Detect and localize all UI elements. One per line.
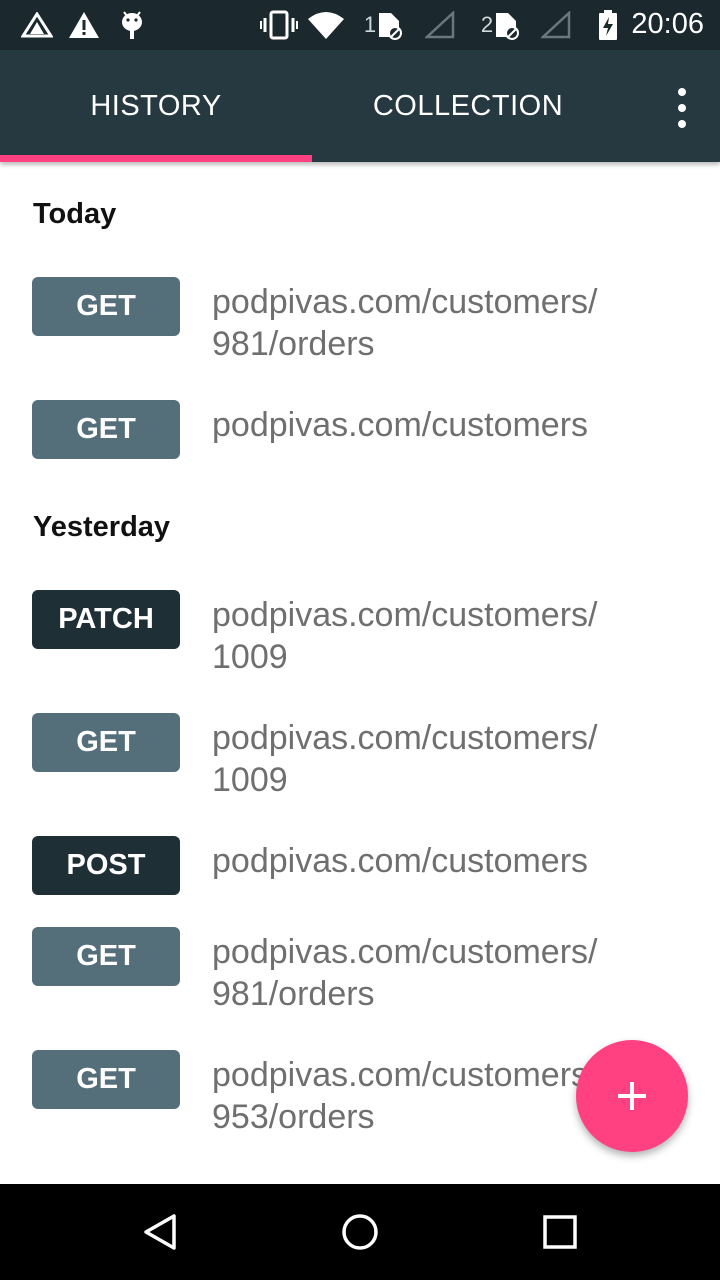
method-badge: GET — [32, 713, 180, 772]
method-badge: PATCH — [32, 590, 180, 649]
section-header-today: Today — [33, 198, 117, 230]
status-bar: 1 2 20:06 — [0, 0, 720, 50]
status-time: 20:06 — [631, 8, 704, 40]
app-bar: HISTORY COLLECTION — [0, 50, 720, 162]
method-badge: POST — [32, 836, 180, 895]
method-badge: GET — [32, 277, 180, 336]
signal1-icon — [424, 9, 456, 41]
request-url: podpivas.com/customers/ 981/orders — [212, 283, 598, 363]
request-url: podpivas.com/customers/ 1009 — [212, 596, 598, 676]
back-icon[interactable] — [136, 1208, 184, 1256]
more-options-icon[interactable] — [672, 88, 692, 128]
section-header-yesterday: Yesterday — [33, 511, 171, 543]
add-request-button[interactable] — [576, 1040, 688, 1152]
request-url: podpivas.com/customers — [212, 842, 589, 880]
wifi-icon — [308, 9, 344, 41]
warning-icon — [68, 9, 100, 41]
tab-collection[interactable]: COLLECTION — [312, 50, 624, 162]
request-url: podpivas.com/customers/ 1009 — [212, 719, 598, 799]
method-badge: GET — [32, 1050, 180, 1109]
request-url: podpivas.com/customers — [212, 406, 589, 444]
sim2-icon: 2 — [478, 9, 524, 41]
plus-icon — [618, 1082, 646, 1110]
sim1-icon: 1 — [362, 9, 406, 41]
tab-indicator — [0, 155, 312, 162]
app-notification-icon — [20, 9, 54, 41]
navigation-bar — [0, 1184, 720, 1280]
request-url: podpivas.com/customers/ 981/orders — [212, 933, 598, 1013]
method-badge: GET — [32, 927, 180, 986]
recents-icon[interactable] — [536, 1208, 584, 1256]
history-list: Today GET podpivas.com/customers/ 981/or… — [0, 162, 720, 1184]
android-debug-icon — [118, 9, 146, 41]
tab-history[interactable]: HISTORY — [0, 50, 312, 162]
vibrate-icon — [260, 9, 298, 41]
method-badge: GET — [32, 400, 180, 459]
battery-charging-icon — [596, 9, 620, 41]
signal2-icon — [540, 9, 572, 41]
home-icon[interactable] — [336, 1208, 384, 1256]
